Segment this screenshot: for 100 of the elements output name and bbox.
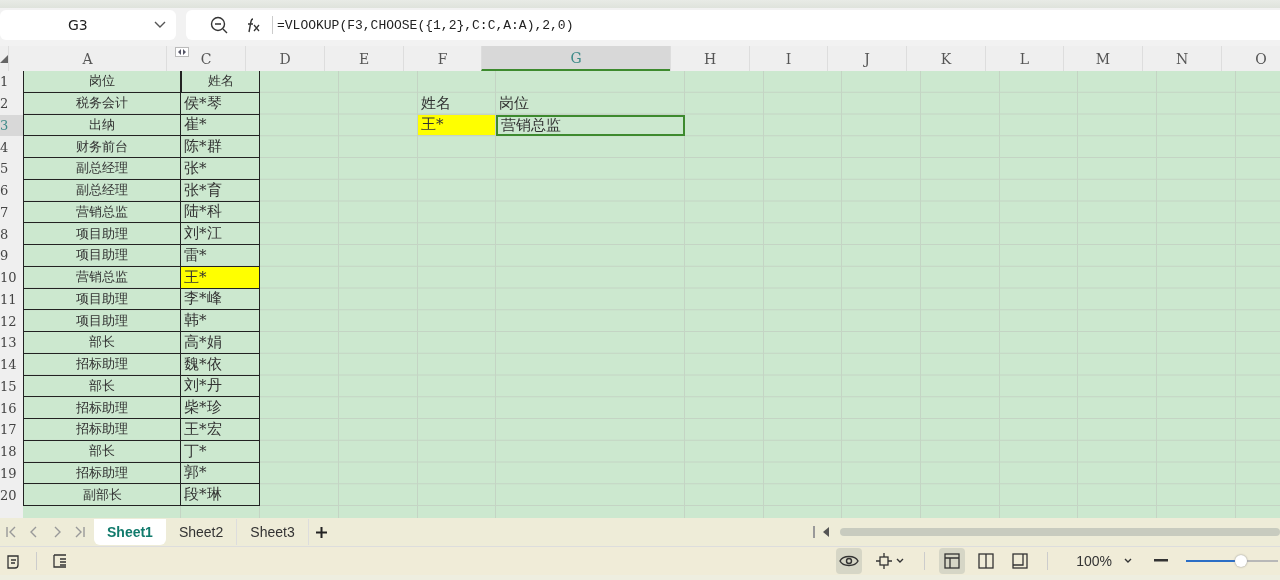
row-header[interactable]: 8 <box>0 223 23 245</box>
table-cell: 郭* <box>181 462 260 485</box>
row-header[interactable]: 14 <box>0 353 23 376</box>
table-cell: 招标助理 <box>23 397 181 419</box>
table-cell: 部长 <box>23 375 181 398</box>
row-header[interactable]: 18 <box>0 440 23 463</box>
table-cell: 部长 <box>23 440 181 463</box>
column-header[interactable]: H <box>670 46 749 71</box>
horizontal-scrollbar[interactable] <box>840 528 1280 536</box>
table-cell: 侯*琴 <box>181 92 260 115</box>
table-cell: 张*育 <box>181 179 260 202</box>
column-header[interactable]: E <box>324 46 403 71</box>
formula-bar[interactable]: =VLOOKUP(F3,CHOOSE({1,2},C:C,A:A),2,0) <box>186 10 1280 40</box>
row-header[interactable]: 1 <box>0 71 23 93</box>
normal-view-button[interactable] <box>939 548 966 574</box>
table-cell: 项目助理 <box>23 310 181 332</box>
table-cell: 招标助理 <box>23 353 181 376</box>
table-cell: 段*琳 <box>181 484 260 506</box>
row-header[interactable]: 7 <box>0 201 23 224</box>
table-cell: 高*娟 <box>181 332 260 354</box>
table-cell: 营销总监 <box>496 114 685 137</box>
column-header[interactable]: I <box>749 46 827 71</box>
table-cell: 财务前台 <box>23 136 181 158</box>
eye-icon <box>839 554 860 568</box>
caret-icon <box>896 558 905 564</box>
table-cell: 雷* <box>181 245 260 267</box>
zoom-out-icon[interactable] <box>210 16 228 34</box>
split-handle-icon[interactable] <box>813 526 816 538</box>
row-header[interactable]: 11 <box>0 288 23 311</box>
table-cell: 项目助理 <box>23 288 181 311</box>
zoom-level-dropdown[interactable]: 100% <box>1072 553 1116 569</box>
table-cell: 柴*珍 <box>181 397 260 419</box>
column-header[interactable]: O <box>1221 46 1280 71</box>
zoom-slider[interactable] <box>1186 554 1278 568</box>
grid-view-icon <box>944 553 961 569</box>
table-cell: 崔* <box>181 114 260 137</box>
sheet-tab[interactable]: Sheet3 <box>237 519 309 545</box>
table-cell: 王* <box>181 266 260 289</box>
add-sheet-icon[interactable] <box>314 525 328 539</box>
row-header[interactable]: 20 <box>0 484 23 506</box>
row-header[interactable]: 6 <box>0 179 23 202</box>
split-view-icon <box>978 553 995 569</box>
table-cell: 陆*科 <box>181 201 260 224</box>
row-header[interactable]: 19 <box>0 462 23 485</box>
table-cell: 营销总监 <box>23 201 181 224</box>
formula-field[interactable]: =VLOOKUP(F3,CHOOSE({1,2},C:C,A:A),2,0) <box>275 16 1280 34</box>
column-header[interactable]: L <box>985 46 1063 71</box>
scroll-left-icon[interactable] <box>822 527 830 537</box>
table-cell: 副部长 <box>23 484 181 506</box>
focus-icon <box>876 553 893 569</box>
row-header[interactable]: 13 <box>0 332 23 354</box>
page-view-icon <box>1012 553 1029 569</box>
table-cell: 岗位 <box>23 71 181 93</box>
table-cell: 王* <box>418 114 496 137</box>
table-cell: 项目助理 <box>23 245 181 267</box>
column-header[interactable]: M <box>1063 46 1142 71</box>
zoom-out-icon[interactable] <box>1154 559 1168 563</box>
row-header[interactable]: 17 <box>0 419 23 441</box>
table-cell: 张* <box>181 158 260 180</box>
table-cell: 副总经理 <box>23 179 181 202</box>
column-header[interactable]: J <box>827 46 906 71</box>
hidden-column-icon[interactable] <box>175 47 189 57</box>
table-cell: 招标助理 <box>23 419 181 441</box>
column-header[interactable]: N <box>1142 46 1221 71</box>
row-header[interactable]: 5 <box>0 158 23 180</box>
caret-icon <box>154 21 166 29</box>
macro-icon[interactable] <box>4 552 22 570</box>
sheet-tab[interactable]: Sheet2 <box>165 519 238 545</box>
table-cell: 招标助理 <box>23 462 181 485</box>
eye-protection-button[interactable] <box>836 548 863 574</box>
table-cell: 副总经理 <box>23 158 181 180</box>
table-cell: 刘*江 <box>181 223 260 245</box>
table-cell: 陈*群 <box>181 136 260 158</box>
table-cell: 营销总监 <box>23 266 181 289</box>
panel-icon[interactable] <box>51 552 69 570</box>
table-cell: 丁* <box>181 440 260 463</box>
row-header[interactable]: 12 <box>0 310 23 332</box>
table-cell: 魏*依 <box>181 353 260 376</box>
select-all-icon[interactable] <box>0 54 8 63</box>
row-header[interactable]: 15 <box>0 375 23 398</box>
table-cell: 部长 <box>23 332 181 354</box>
row-header[interactable]: 9 <box>0 245 23 267</box>
table-cell: 出纳 <box>23 114 181 137</box>
table-cell: 王*宏 <box>181 419 260 441</box>
table-cell: 刘*丹 <box>181 375 260 398</box>
table-cell: 姓名 <box>418 92 496 115</box>
table-cell: 姓名 <box>181 71 260 93</box>
row-header[interactable]: 16 <box>0 397 23 419</box>
table-cell: 李*峰 <box>181 288 260 311</box>
column-header[interactable]: D <box>245 46 324 71</box>
row-header[interactable]: 2 <box>0 92 23 115</box>
caret-icon[interactable] <box>1124 558 1132 564</box>
sheet-tab[interactable]: Sheet1 <box>94 519 166 545</box>
column-header[interactable]: K <box>906 46 985 71</box>
table-cell: 岗位 <box>496 92 685 115</box>
table-cell: 税务会计 <box>23 92 181 115</box>
row-header[interactable]: 4 <box>0 136 23 158</box>
name-box[interactable]: G3 <box>0 10 176 40</box>
row-header[interactable]: 10 <box>0 266 23 289</box>
table-cell: 项目助理 <box>23 223 181 245</box>
